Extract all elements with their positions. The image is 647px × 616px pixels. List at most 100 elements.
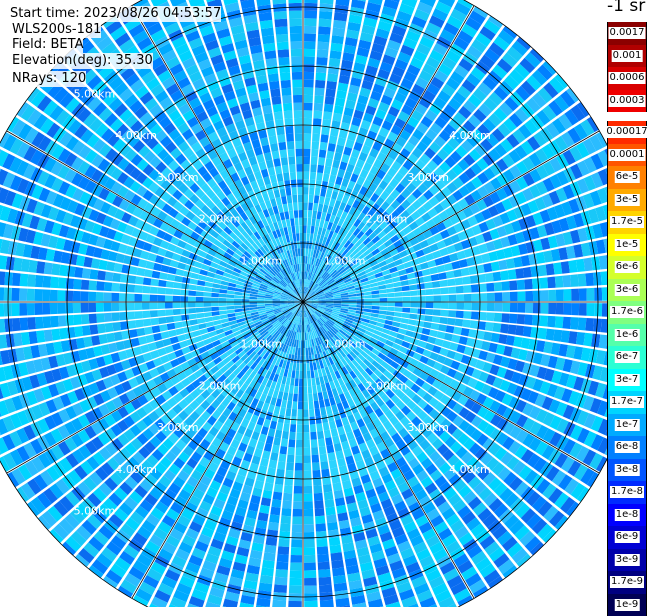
beta-gate: [470, 320, 479, 329]
beta-gate: [303, 417, 308, 425]
beta-gate: [315, 508, 325, 516]
beta-gate: [177, 334, 186, 342]
beta-gate: [468, 329, 477, 338]
beta-gate: [510, 292, 518, 302]
beta-gate: [438, 272, 447, 280]
beta-gate: [198, 275, 207, 281]
beta-gate: [395, 302, 403, 306]
beta-gate: [310, 363, 314, 371]
beta-gate: [316, 72, 327, 80]
beta-gate: [470, 275, 479, 284]
beta-gate: [306, 355, 309, 363]
beta-gate: [188, 308, 196, 314]
beta-gate: [266, 537, 278, 546]
beta-gate: [129, 329, 138, 338]
beta-gate: [219, 310, 227, 315]
beta-gate: [20, 273, 29, 286]
beta-gate: [546, 329, 555, 341]
beta-gate: [283, 493, 292, 501]
beta-gate: [310, 226, 314, 234]
beta-gate: [402, 291, 410, 296]
beta-gate: [316, 65, 327, 73]
beta-gate: [502, 303, 510, 312]
beta-gate: [386, 283, 394, 288]
beta-gate: [540, 277, 548, 288]
beta-gate: [324, 197, 330, 206]
beta-gate: [19, 288, 27, 301]
beta-gate: [192, 267, 201, 274]
beta-gate: [275, 430, 282, 439]
beta-gate: [315, 416, 321, 424]
beta-gate: [456, 286, 464, 294]
beta-gate: [304, 555, 316, 563]
beta-gate: [314, 103, 323, 111]
beta-gate: [276, 398, 282, 407]
beta-gate: [189, 314, 197, 320]
beta-gate: [568, 331, 577, 344]
beta-gate: [530, 327, 539, 338]
beta-gate: [433, 303, 441, 309]
beta-gate: [96, 292, 104, 301]
beta-gate: [568, 260, 577, 273]
beta-gate: [410, 290, 418, 296]
beta-gate: [274, 406, 281, 415]
beta-gate: [327, 73, 338, 82]
beta-gate: [304, 103, 313, 111]
beta-gate: [311, 378, 316, 386]
beta-gate: [409, 284, 417, 290]
beta-gate: [315, 516, 325, 524]
beta-gate: [314, 493, 323, 501]
beta-gate: [332, 160, 340, 169]
beta-gate: [303, 202, 307, 210]
beta-gate: [449, 295, 457, 302]
beta-gate: [464, 303, 472, 311]
beta-gate: [319, 584, 332, 593]
beta-gate: [304, 547, 315, 555]
beta-gate: [196, 286, 204, 292]
beta-gate: [424, 282, 432, 289]
beta-gate: [319, 196, 325, 204]
beta-gate: [304, 156, 310, 164]
beta-gate: [518, 291, 526, 301]
beta-gate: [462, 319, 471, 327]
beta-gate: [315, 188, 321, 196]
beta-gate: [111, 293, 119, 302]
beta-gate: [524, 279, 532, 290]
beta-gate: [498, 260, 507, 270]
beta-gate: [319, 11, 332, 20]
beta-gate: [274, 484, 283, 493]
beta-gate: [471, 284, 479, 292]
beta-gate: [291, 416, 297, 424]
beta-gate: [328, 529, 339, 538]
beta-gate: [58, 277, 66, 288]
beta-gate: [556, 289, 564, 301]
beta-gate: [547, 277, 556, 289]
beta-gate: [378, 285, 386, 290]
beta-gate: [82, 325, 91, 336]
beta-gate: [304, 455, 311, 463]
beta-gate: [295, 371, 299, 379]
beta-gate: [249, 297, 257, 300]
beta-gate: [578, 318, 587, 331]
beta-gate: [309, 179, 315, 187]
beta-gate: [579, 303, 587, 316]
beta-gate: [298, 394, 302, 402]
beta-gate: [146, 261, 155, 270]
beta-gate: [318, 34, 330, 43]
beta-gate: [158, 310, 166, 317]
beta-gate: [111, 303, 119, 312]
beta-gate: [548, 303, 556, 314]
beta-gate: [295, 455, 302, 463]
beta-gate: [278, 539, 289, 547]
beta-gate: [319, 150, 327, 158]
beta-gate: [267, 467, 276, 476]
beta-gate: [42, 303, 50, 315]
beta-gate: [66, 278, 74, 289]
beta-gate: [211, 293, 219, 298]
beta-gate: [468, 266, 477, 275]
beta-gate: [206, 321, 214, 327]
beta-gate: [546, 263, 555, 275]
beta-gate: [191, 325, 200, 332]
beta-gate: [456, 311, 464, 319]
beta-gate: [135, 285, 143, 293]
